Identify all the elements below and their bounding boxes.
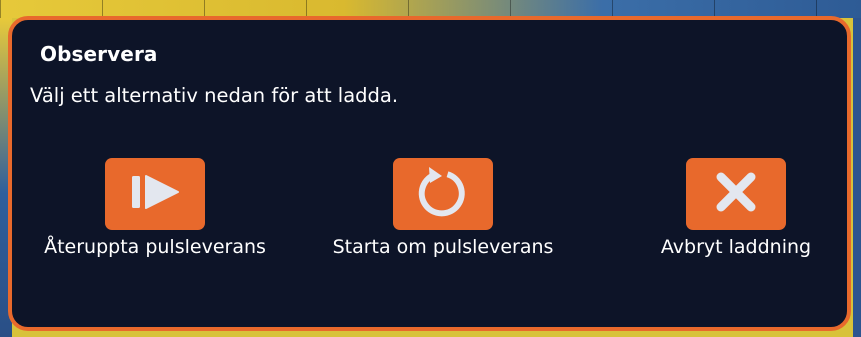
dialog-message: Välj ett alternativ nedan för att ladda. xyxy=(30,84,399,107)
dialog-title: Observera xyxy=(40,42,158,66)
option-resume-pulse-delivery[interactable]: Återuppta pulsleverans xyxy=(25,158,285,258)
restart-label: Starta om pulsleverans xyxy=(332,236,554,258)
option-cancel-charging[interactable]: Avbryt laddning xyxy=(606,158,861,258)
restart-icon xyxy=(414,163,472,225)
resume-button[interactable] xyxy=(105,158,205,230)
resume-label: Återuppta pulsleverans xyxy=(44,236,266,258)
resume-play-icon xyxy=(126,172,184,216)
option-restart-pulse-delivery[interactable]: Starta om pulsleverans xyxy=(313,158,573,258)
charge-options-dialog: Observera Välj ett alternativ nedan för … xyxy=(8,16,851,331)
cancel-button[interactable] xyxy=(686,158,786,230)
cancel-label: Avbryt laddning xyxy=(660,236,812,258)
close-x-icon xyxy=(714,170,758,218)
restart-button[interactable] xyxy=(393,158,493,230)
